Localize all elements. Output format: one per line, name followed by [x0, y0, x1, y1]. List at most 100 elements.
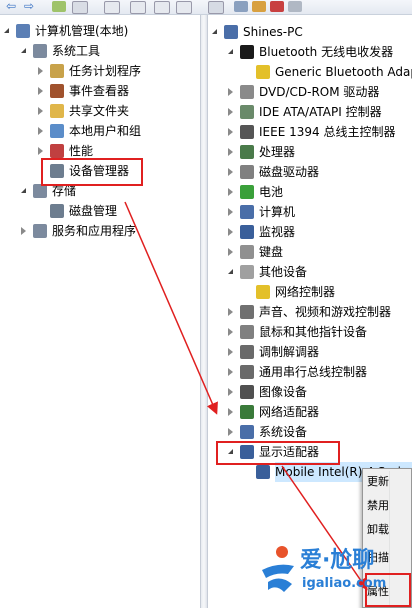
expand-arrow-icon[interactable] — [228, 228, 233, 236]
computer-management-icon — [16, 24, 30, 38]
right_tree-item-label: 其他设备 — [259, 265, 308, 279]
expand-arrow-icon[interactable] — [228, 88, 233, 96]
sound-icon — [240, 305, 254, 319]
right_tree-item-label: 监视器 — [259, 225, 296, 239]
console-tree-pane: 计算机管理(本地) 系统工具 任务计划程序 事件查看器 共享文件夹 本地用户和组 性能 设备管… — [0, 15, 200, 608]
toolbar: ⇦ ⇨ — [0, 0, 412, 15]
display-device-icon — [256, 465, 270, 479]
properties-icon[interactable] — [176, 1, 192, 14]
right_tree-item-label: Generic Bluetooth Adapter — [275, 65, 412, 79]
forward-arrow-icon[interactable]: ⇨ — [24, 0, 34, 13]
collapse-arrow-icon[interactable] — [228, 49, 233, 54]
right_tree-item-label: DVD/CD-ROM 驱动器 — [259, 85, 380, 99]
left_tree-item-label: 磁盘管理 — [69, 204, 118, 218]
right_tree-item-label: 计算机 — [259, 205, 296, 219]
right_tree-item-label: 网络适配器 — [259, 405, 320, 419]
right_tree-item-label: 键盘 — [259, 245, 284, 259]
expand-arrow-icon[interactable] — [38, 87, 43, 95]
expand-arrow-icon[interactable] — [228, 248, 233, 256]
device-manager-highlight — [41, 158, 143, 186]
menu-item-update[interactable]: 更新 — [367, 471, 389, 493]
up-icon[interactable] — [52, 1, 66, 12]
right_tree-item-label: Bluetooth 无线电收发器 — [259, 45, 394, 59]
collapse-arrow-icon[interactable] — [228, 269, 233, 274]
right_tree-item-label: 网络控制器 — [275, 285, 336, 299]
collapse-arrow-icon[interactable] — [212, 29, 217, 34]
imaging-icon — [240, 385, 254, 399]
menu-item-disable[interactable]: 禁用 — [367, 495, 389, 517]
right_tree-item-label: 系统设备 — [259, 425, 308, 439]
collapse-arrow-icon[interactable] — [21, 188, 26, 193]
left_tree-item-label: 共享文件夹 — [69, 104, 130, 118]
performance-icon — [50, 144, 64, 158]
right_tree-item-label: 电池 — [259, 185, 284, 199]
expand-arrow-icon[interactable] — [38, 107, 43, 115]
expand-arrow-icon[interactable] — [228, 108, 233, 116]
dvd-drive-icon — [240, 85, 254, 99]
system-tools-icon — [33, 44, 47, 58]
warning-network-icon — [256, 285, 270, 299]
left_tree-item-label: 本地用户和组 — [69, 124, 142, 138]
expand-arrow-icon[interactable] — [38, 147, 43, 155]
network-adapter-icon — [240, 405, 254, 419]
disable-icon[interactable] — [252, 1, 266, 12]
modem-icon — [240, 345, 254, 359]
add-hardware-icon[interactable] — [288, 1, 302, 12]
disk-drive-icon — [240, 165, 254, 179]
scan-hardware-icon[interactable] — [208, 1, 224, 14]
expand-arrow-icon[interactable] — [228, 188, 233, 196]
expand-arrow-icon[interactable] — [228, 308, 233, 316]
expand-arrow-icon[interactable] — [228, 428, 233, 436]
expand-arrow-icon[interactable] — [228, 388, 233, 396]
expand-arrow-icon[interactable] — [228, 208, 233, 216]
monitor-icon — [240, 225, 254, 239]
right_tree-item-label: 图像设备 — [259, 385, 308, 399]
expand-arrow-icon[interactable] — [228, 128, 233, 136]
expand-arrow-icon[interactable] — [228, 408, 233, 416]
expand-arrow-icon[interactable] — [21, 227, 26, 235]
collapse-arrow-icon[interactable] — [21, 48, 26, 53]
left_tree-item-label: 计算机管理(本地) — [35, 24, 129, 38]
battery-icon — [240, 185, 254, 199]
export-icon[interactable] — [130, 1, 146, 14]
right_tree-item-label: Shines-PC — [243, 25, 303, 39]
expand-arrow-icon[interactable] — [228, 148, 233, 156]
right_tree-item-label: 处理器 — [259, 145, 296, 159]
expand-arrow-icon[interactable] — [228, 168, 233, 176]
left_tree-item-label: 系统工具 — [52, 44, 101, 58]
computer-icon — [224, 25, 238, 39]
ide-controller-icon — [240, 105, 254, 119]
left_tree-item-label: 任务计划程序 — [69, 64, 142, 78]
pane-splitter[interactable] — [200, 15, 208, 608]
right_tree-item-label: 调制解调器 — [259, 345, 320, 359]
right_tree-item-label: 声音、视频和游戏控制器 — [259, 305, 392, 319]
local-users-icon — [50, 124, 64, 138]
expand-arrow-icon[interactable] — [38, 67, 43, 75]
right_tree-item-label: 通用串行总线控制器 — [259, 365, 368, 379]
other-devices-icon — [240, 265, 254, 279]
right_tree-item-label: 鼠标和其他指针设备 — [259, 325, 368, 339]
expand-arrow-icon[interactable] — [228, 368, 233, 376]
right_tree-item-label: 磁盘驱动器 — [259, 165, 320, 179]
back-arrow-icon[interactable]: ⇦ — [6, 0, 16, 13]
expand-arrow-icon[interactable] — [228, 328, 233, 336]
right_tree-item-label: IDE ATA/ATAPI 控制器 — [259, 105, 382, 119]
refresh-icon[interactable] — [104, 1, 120, 14]
console-tree-icon[interactable] — [72, 1, 88, 14]
keyboard-icon — [240, 245, 254, 259]
system-devices-icon — [240, 425, 254, 439]
update-driver-icon[interactable] — [234, 1, 248, 12]
collapse-arrow-icon[interactable] — [4, 28, 9, 33]
mouse-icon — [240, 325, 254, 339]
usb-icon — [240, 365, 254, 379]
right_tree-item-label: IEEE 1394 总线主控制器 — [259, 125, 396, 139]
expand-arrow-icon[interactable] — [228, 348, 233, 356]
uninstall-icon[interactable] — [270, 1, 284, 12]
warning-device-icon — [256, 65, 270, 79]
left_tree-item-label: 事件查看器 — [69, 84, 130, 98]
event-viewer-icon — [50, 84, 64, 98]
left_tree-item-label: 服务和应用程序 — [52, 224, 137, 238]
watermark-domain: igaliao.com — [302, 576, 387, 591]
help-icon[interactable] — [154, 1, 170, 14]
expand-arrow-icon[interactable] — [38, 127, 43, 135]
